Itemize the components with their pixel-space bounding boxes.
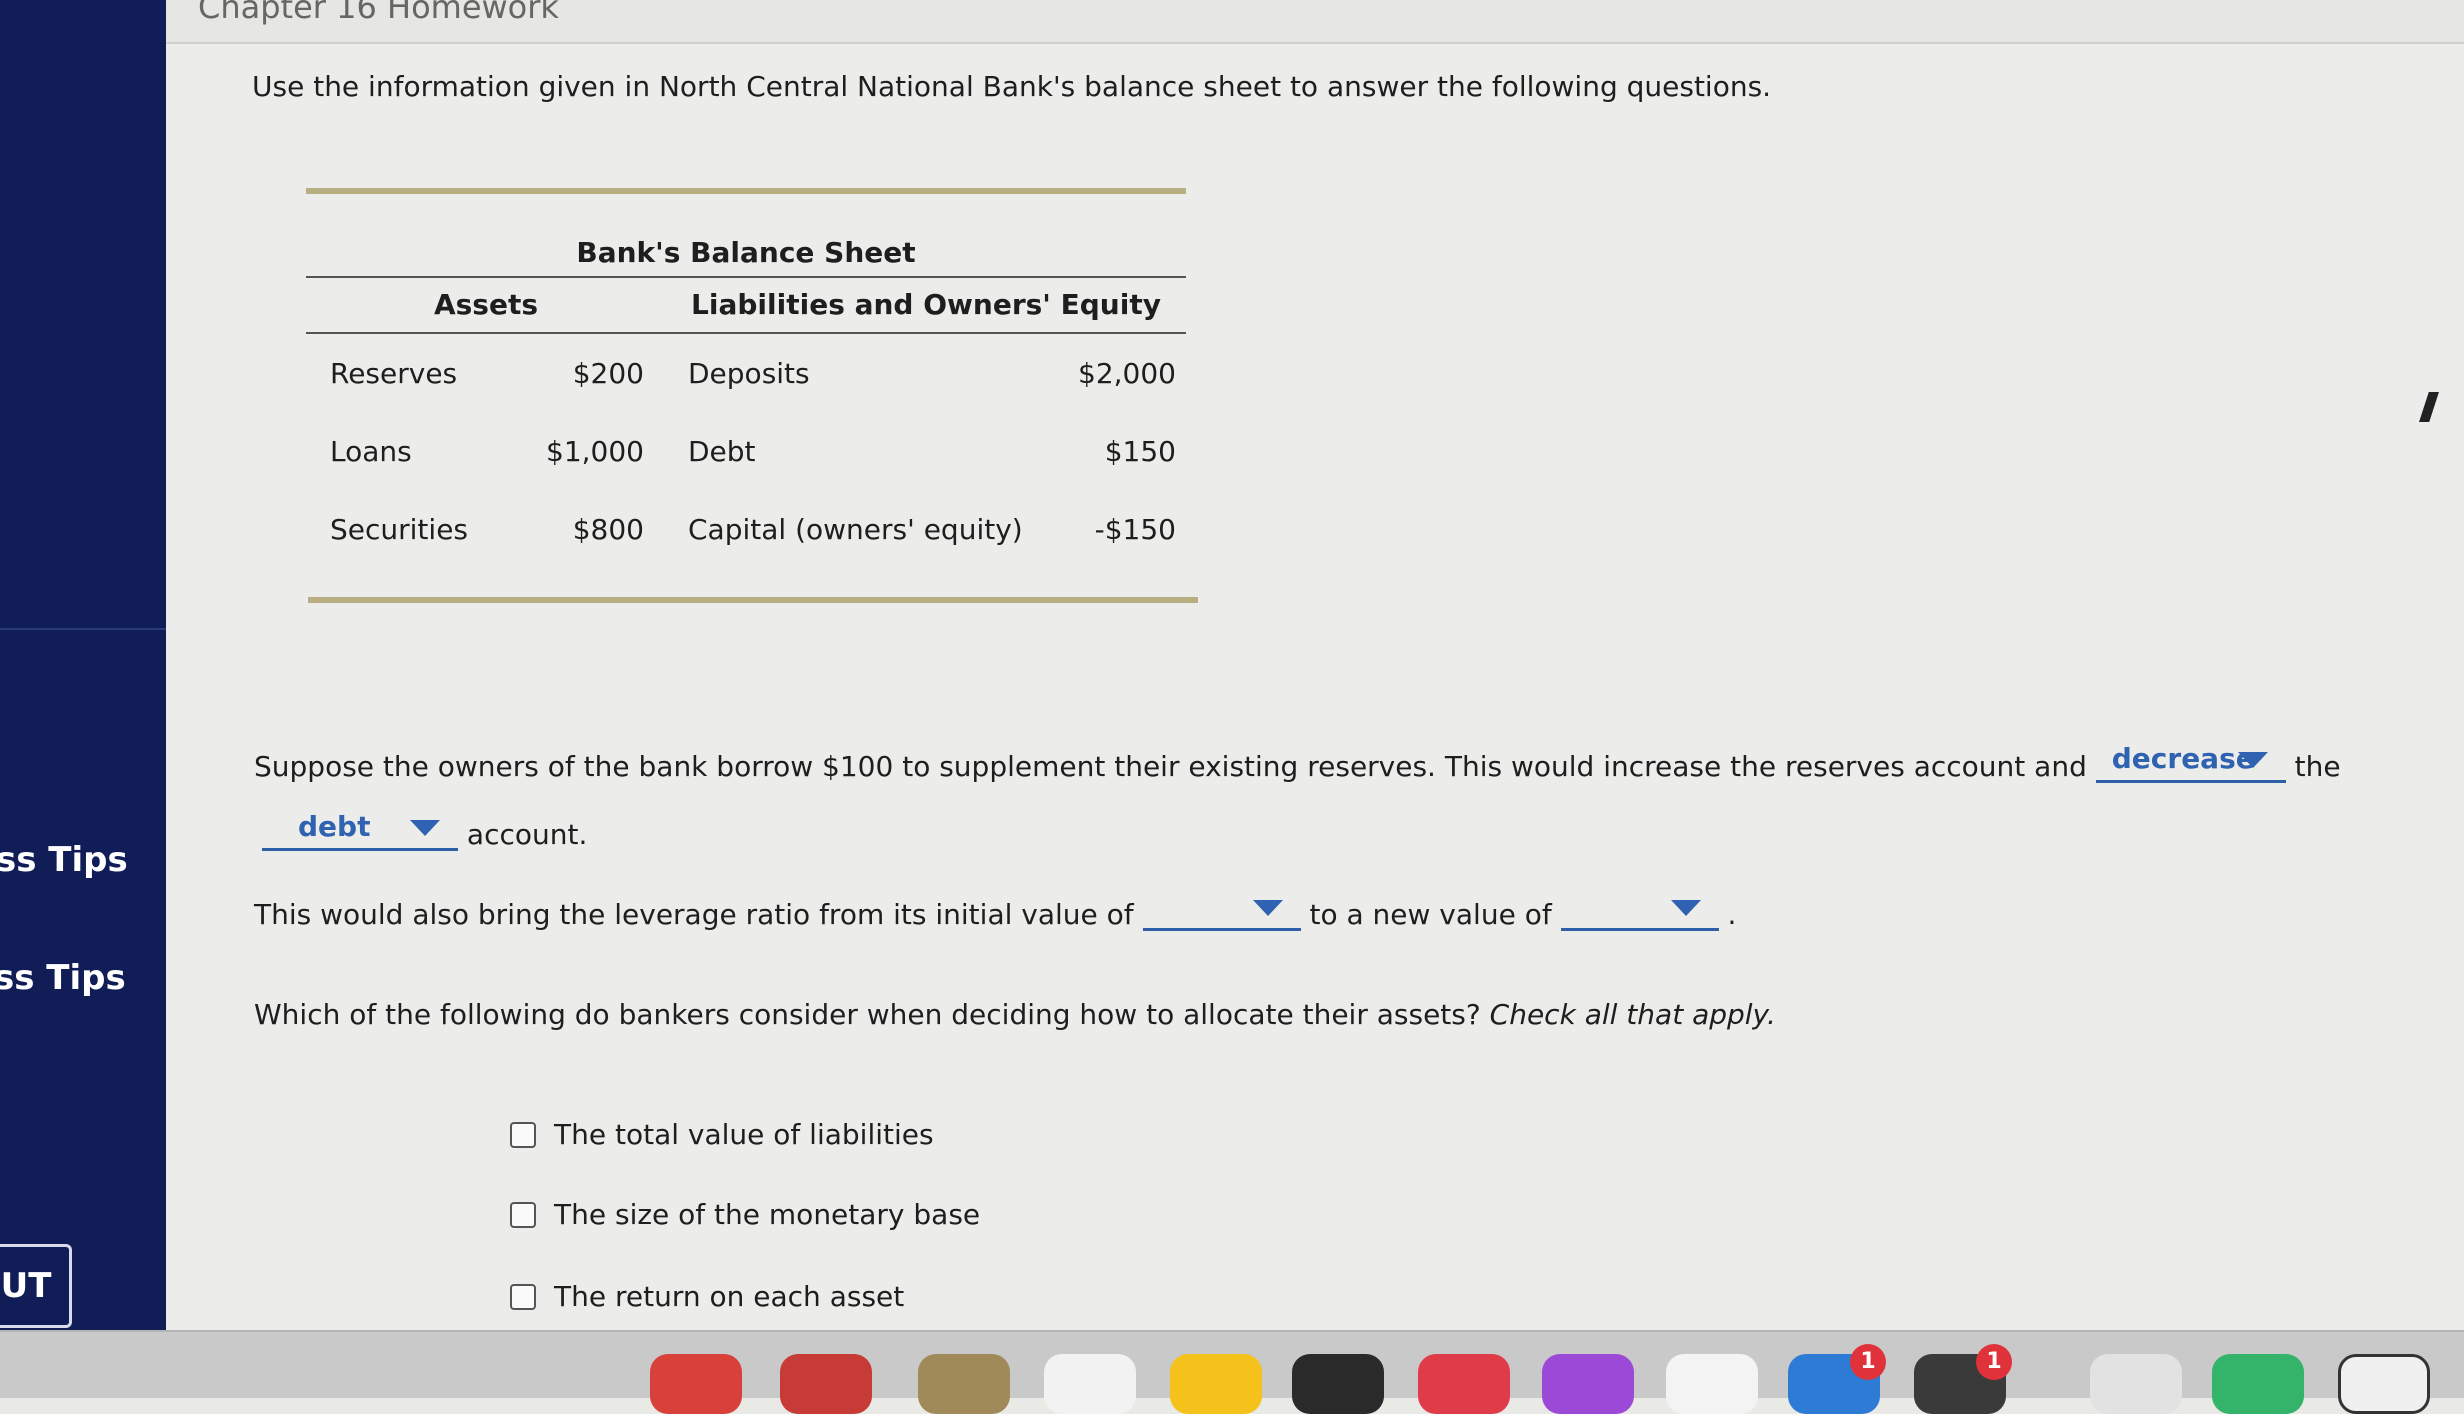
reserves-change-dropdown[interactable]: decrease (2095, 740, 2286, 783)
intro-text: Use the information given in North Centr… (252, 70, 1772, 103)
chevron-down-icon (2237, 752, 2268, 768)
notes-icon[interactable] (1170, 1354, 1262, 1414)
sidebar: ss Tips ss Tips UT (0, 0, 166, 1396)
option-total-liabilities[interactable]: The total value of liabilities (510, 1118, 934, 1151)
checkbox[interactable] (510, 1201, 536, 1228)
table-row: Reserves $200 Deposits $2,000 (306, 334, 1186, 412)
chrome-icon[interactable] (2090, 1354, 2182, 1414)
podcasts-icon[interactable] (1542, 1354, 1634, 1414)
initial-leverage-dropdown[interactable] (1142, 888, 1301, 931)
option-label: The return on each asset (554, 1280, 905, 1313)
question2-text-c: . (1727, 898, 1737, 931)
asset-name: Securities (330, 512, 469, 546)
table-row: Securities $800 Capital (owners' equity)… (306, 490, 1186, 568)
chevron-down-icon (1252, 900, 1283, 916)
checkbox[interactable] (510, 1121, 536, 1148)
liability-name: Deposits (688, 356, 810, 390)
notification-badge: 1 (1850, 1344, 1886, 1380)
question3-prompt: Which of the following do bankers consid… (254, 998, 1776, 1031)
question1-line1: Suppose the owners of the bank borrow $1… (254, 740, 2341, 783)
question1-text-c: account. (466, 818, 588, 851)
main-content: Chapter 16 Homework Use the information … (166, 0, 2464, 1330)
asset-name: Reserves (330, 356, 458, 390)
table-top-rule (306, 188, 1186, 194)
asset-name: Loans (330, 434, 412, 468)
app-icon[interactable] (918, 1354, 1010, 1414)
app-icon[interactable] (1418, 1354, 1510, 1414)
app-icon[interactable]: 1 (1788, 1344, 1886, 1414)
asset-value: $200 (572, 356, 644, 390)
question3-instruction: Check all that apply. (1489, 998, 1776, 1031)
question1-text-b: the (2294, 750, 2341, 783)
pen-icon[interactable] (2338, 1354, 2430, 1414)
dock: 1 1 (0, 1330, 2464, 1414)
new-leverage-dropdown[interactable] (1560, 888, 1719, 931)
assets-header: Assets (433, 288, 539, 321)
question2-line: This would also bring the leverage ratio… (254, 888, 1736, 931)
app-icon[interactable]: 1 (1914, 1344, 2012, 1414)
app-icon[interactable] (2212, 1354, 2304, 1414)
liability-name: Capital (owners' equity) (688, 512, 1023, 546)
chevron-down-icon (1670, 900, 1701, 916)
balance-sheet-table: Bank's Balance Sheet Assets Liabilities … (306, 230, 1186, 568)
sidebar-item-tips-2[interactable]: ss Tips (0, 958, 126, 998)
option-monetary-base[interactable]: The size of the monetary base (510, 1198, 980, 1231)
sidebar-button[interactable]: UT (0, 1244, 72, 1328)
app-icon[interactable] (650, 1354, 742, 1414)
liability-value: $150 (1104, 434, 1176, 468)
notification-badge: 1 (1976, 1344, 2012, 1380)
option-label: The total value of liabilities (554, 1118, 934, 1151)
app-icon[interactable] (1044, 1354, 1136, 1414)
question1-text-a: Suppose the owners of the bank borrow $1… (254, 750, 2087, 783)
checkbox[interactable] (510, 1283, 536, 1310)
question2-text-a: This would also bring the leverage ratio… (254, 898, 1134, 931)
top-bar: Chapter 16 Homework (166, 0, 2464, 44)
dropdown-value: decrease (2111, 742, 2255, 775)
table-bottom-rule (308, 597, 1198, 603)
chevron-down-icon (410, 820, 440, 836)
app-icon[interactable] (1666, 1354, 1758, 1414)
asset-value: $1,000 (546, 434, 644, 468)
question3-text: Which of the following do bankers consid… (254, 998, 1481, 1031)
chapter-title: Chapter 16 Homework (198, 0, 559, 26)
table-row: Loans $1,000 Debt $150 (306, 412, 1186, 490)
dropdown-value: debt (298, 810, 371, 843)
liability-name: Debt (688, 434, 756, 468)
question2-text-b: to a new value of (1309, 898, 1552, 931)
liability-value: $2,000 (1078, 356, 1176, 390)
question1-line2: debt account. (262, 808, 587, 851)
asset-value: $800 (572, 512, 644, 546)
option-return-on-asset[interactable]: The return on each asset (510, 1280, 904, 1313)
account-dropdown[interactable]: debt (262, 808, 458, 851)
liability-value: -$150 (1094, 512, 1176, 546)
balance-sheet-header: Assets Liabilities and Owners' Equity (306, 278, 1186, 334)
sidebar-item-tips-1[interactable]: ss Tips (0, 840, 128, 880)
balance-sheet-title: Bank's Balance Sheet (306, 230, 1186, 278)
app-icon[interactable] (780, 1354, 872, 1414)
option-label: The size of the monetary base (554, 1198, 981, 1231)
sidebar-divider (0, 628, 166, 630)
terminal-icon[interactable] (1292, 1354, 1384, 1414)
liabilities-header: Liabilities and Owners' Equity (691, 288, 1161, 321)
